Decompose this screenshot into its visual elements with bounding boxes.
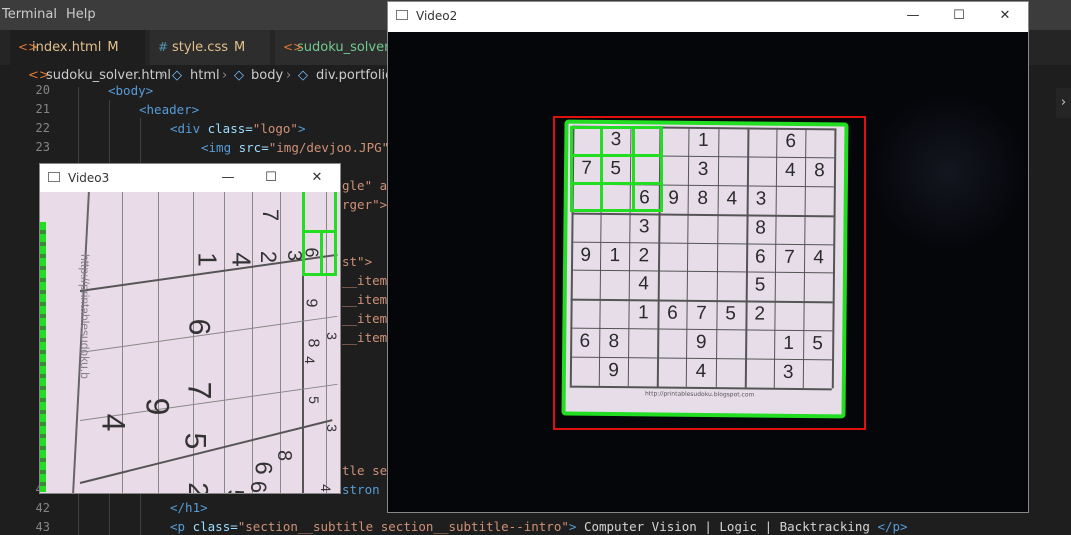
code-line: <header> bbox=[139, 102, 200, 117]
html-file-icon: <> bbox=[18, 40, 39, 54]
html-file-icon: <> bbox=[283, 40, 304, 54]
zoomed-digit: 6 bbox=[182, 318, 216, 336]
line-number: 43 bbox=[35, 520, 50, 534]
breadcrumb-item[interactable]: sudoku_solver.html bbox=[46, 68, 171, 83]
grid-line bbox=[122, 192, 123, 493]
line-number: 21 bbox=[35, 102, 50, 116]
window-titlebar[interactable]: Video2 — ☐ ✕ bbox=[388, 2, 1028, 30]
code-line: <body> bbox=[108, 83, 154, 98]
zoomed-digit: 2 bbox=[256, 250, 282, 264]
tab-sudoku-solver[interactable]: <> sudoku_solver.h bbox=[275, 30, 401, 65]
zoomed-digit: 3 bbox=[323, 332, 340, 340]
menu-help[interactable]: Help bbox=[66, 7, 96, 22]
chevron-right-icon: › bbox=[160, 68, 166, 83]
app-window-icon bbox=[396, 10, 408, 20]
zoomed-digit: 5 bbox=[178, 432, 212, 450]
zoomed-digit: 7 bbox=[181, 381, 218, 400]
zoomed-digit: 9 bbox=[139, 397, 176, 416]
line-number: 42 bbox=[35, 501, 50, 515]
video2-frame: 316753486984338912674451675268915943 htt… bbox=[388, 32, 1028, 512]
grid-line bbox=[280, 192, 281, 493]
element-icon: ◇ bbox=[234, 68, 244, 83]
window-titlebar[interactable]: Video3 — ☐ ✕ bbox=[40, 164, 340, 192]
line-number: 22 bbox=[35, 121, 50, 135]
minimize-icon[interactable]: — bbox=[903, 6, 923, 26]
window-title: Video2 bbox=[416, 9, 458, 23]
video3-frame: 71423696798344526586435 http://printable… bbox=[40, 192, 340, 493]
code-fragment: stron bbox=[342, 482, 380, 497]
grid-line bbox=[252, 192, 253, 493]
breadcrumb-item[interactable]: div.portfolio- bbox=[316, 68, 398, 83]
window-title: Video3 bbox=[68, 171, 110, 185]
chevron-right-icon: › bbox=[286, 68, 292, 83]
zoomed-digit: 4 bbox=[226, 252, 257, 267]
sudoku-url: http://printablesudoku.b bbox=[78, 254, 92, 379]
zoomed-digit: 6 bbox=[249, 461, 277, 475]
breadcrumb-item[interactable]: body bbox=[251, 68, 283, 83]
tab-label: style.css bbox=[172, 40, 228, 55]
css-file-icon: # bbox=[158, 40, 169, 54]
maximize-icon[interactable]: ☐ bbox=[949, 6, 969, 26]
code-fragment: rger"> bbox=[342, 197, 388, 212]
chevron-right-icon[interactable]: › bbox=[1056, 88, 1071, 118]
tab-label: sudoku_solver.h bbox=[297, 40, 401, 55]
close-icon[interactable]: ✕ bbox=[995, 6, 1015, 26]
tab-index-html[interactable]: <> index.html M bbox=[10, 30, 145, 65]
element-icon: ◇ bbox=[172, 68, 182, 83]
code-line: </h1> bbox=[170, 500, 208, 515]
video3-window[interactable]: Video3 — ☐ ✕ 71423696798344526586435 htt… bbox=[39, 163, 341, 494]
background-shadow bbox=[868, 92, 1028, 252]
detected-box-line bbox=[320, 230, 323, 276]
minimize-icon[interactable]: — bbox=[218, 168, 238, 188]
detected-edge bbox=[40, 222, 46, 492]
zoomed-digit: 3 bbox=[323, 424, 340, 432]
modified-marker: M bbox=[234, 40, 246, 55]
zoomed-digit: 1 bbox=[192, 252, 223, 267]
zoomed-digit: 7 bbox=[258, 208, 284, 222]
grid-line bbox=[158, 192, 159, 493]
code-line: <div class="logo"> bbox=[170, 121, 306, 136]
code-fragment: st"> bbox=[342, 254, 373, 269]
modified-marker: M bbox=[107, 40, 119, 55]
zoomed-digit: 5 bbox=[305, 396, 322, 404]
tab-label: index.html bbox=[32, 40, 102, 55]
tab-style-css[interactable]: # style.css M bbox=[150, 30, 270, 65]
maximize-icon[interactable]: ☐ bbox=[261, 168, 281, 188]
app-window-icon bbox=[48, 172, 60, 182]
zoomed-digit: 6 bbox=[246, 480, 272, 493]
zoomed-digit: 4 bbox=[301, 356, 318, 364]
zoomed-digit: 4 bbox=[95, 413, 132, 432]
code-line: <img src="img/devjoo.JPG" bbox=[201, 140, 390, 155]
detection-bounding-box bbox=[553, 116, 866, 430]
zoomed-digit: 2 bbox=[182, 482, 214, 493]
zoomed-digit: 8 bbox=[304, 338, 322, 348]
video2-window[interactable]: Video2 — ☐ ✕ 316753486984338912674451675… bbox=[387, 1, 1029, 513]
breadcrumb-item[interactable]: html bbox=[190, 68, 220, 83]
chevron-right-icon: › bbox=[222, 68, 228, 83]
element-icon: ◇ bbox=[298, 68, 308, 83]
line-number: 20 bbox=[35, 83, 50, 97]
menu-terminal[interactable]: Terminal bbox=[2, 7, 57, 22]
line-number: 23 bbox=[35, 140, 50, 154]
close-icon[interactable]: ✕ bbox=[307, 168, 327, 188]
zoomed-digit: 8 bbox=[273, 449, 296, 462]
zoomed-digit: 4 bbox=[317, 484, 334, 492]
code-line: <p class="section__subtitle section__sub… bbox=[170, 519, 908, 534]
zoomed-digit: 9 bbox=[302, 298, 320, 308]
